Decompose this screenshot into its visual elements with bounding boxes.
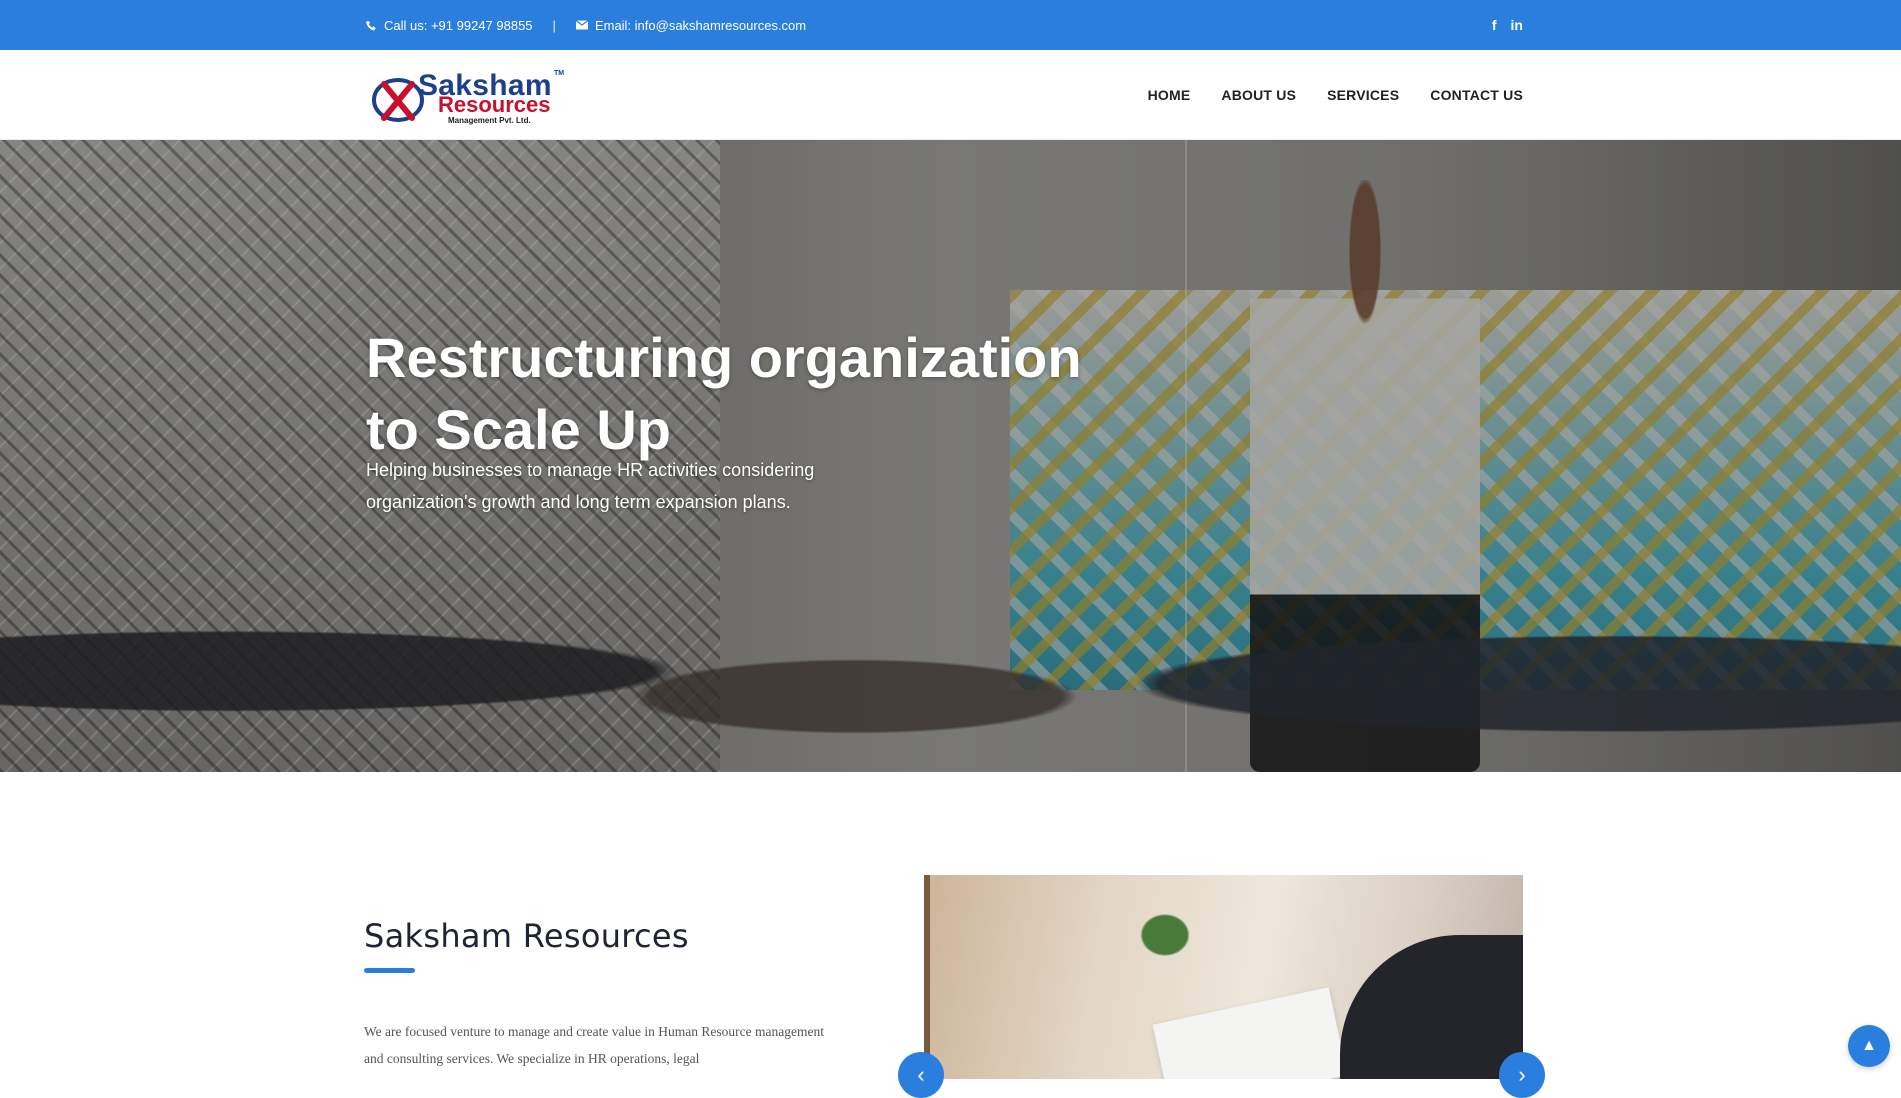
about-text: We are focused venture to manage and cre…	[364, 1024, 824, 1066]
phone-text: Call us: +91 99247 98855	[384, 17, 533, 33]
main-nav: HOME ABOUT US SERVICES CONTACT US	[1148, 50, 1523, 140]
about-image	[924, 875, 1523, 1079]
title-underline	[364, 968, 415, 973]
phone-icon	[366, 20, 376, 30]
facebook-icon[interactable]: f	[1492, 17, 1497, 33]
email-text: Email: info@sakshamresources.com	[594, 17, 807, 33]
about-title: Saksham Resources	[364, 917, 689, 955]
phone-contact[interactable]: Call us: +91 99247 98855	[366, 18, 533, 33]
logo-text-resources: Resources	[438, 92, 551, 117]
slider-prev-button[interactable]: ‹	[898, 1052, 944, 1098]
linkedin-icon[interactable]: in	[1511, 17, 1523, 33]
slider-next-button[interactable]: ›	[1499, 1052, 1545, 1098]
top-bar: Call us: +91 99247 98855 | Email: info@s…	[0, 0, 1901, 50]
site-logo[interactable]: Saksham TM Resources Management Pvt. Ltd…	[370, 70, 570, 126]
nav-services[interactable]: SERVICES	[1327, 87, 1399, 103]
contact-info: Call us: +91 99247 98855 | Email: info@s…	[366, 0, 806, 50]
hero-banner: Restructuring organization to Scale Up H…	[0, 140, 1901, 772]
logo-text-management: Management Pvt. Ltd.	[448, 116, 531, 125]
scroll-to-top-button[interactable]: ▲	[1848, 1025, 1890, 1067]
envelope-icon	[575, 20, 588, 30]
image-paper	[1152, 987, 1348, 1079]
hero-title: Restructuring organization to Scale Up	[366, 326, 1082, 461]
image-handshake	[1340, 935, 1523, 1079]
social-links: f in	[1492, 0, 1523, 50]
hero-subtitle: Helping businesses to manage HR activiti…	[366, 460, 815, 512]
site-header: Saksham TM Resources Management Pvt. Ltd…	[0, 50, 1901, 140]
nav-contact-us[interactable]: CONTACT US	[1430, 87, 1523, 103]
contact-separator: |	[552, 17, 556, 33]
email-contact[interactable]: Email: info@sakshamresources.com	[575, 17, 807, 33]
image-plant	[1130, 905, 1200, 965]
nav-home[interactable]: HOME	[1148, 87, 1191, 103]
logo-trademark: TM	[554, 70, 565, 77]
nav-about-us[interactable]: ABOUT US	[1221, 87, 1296, 103]
